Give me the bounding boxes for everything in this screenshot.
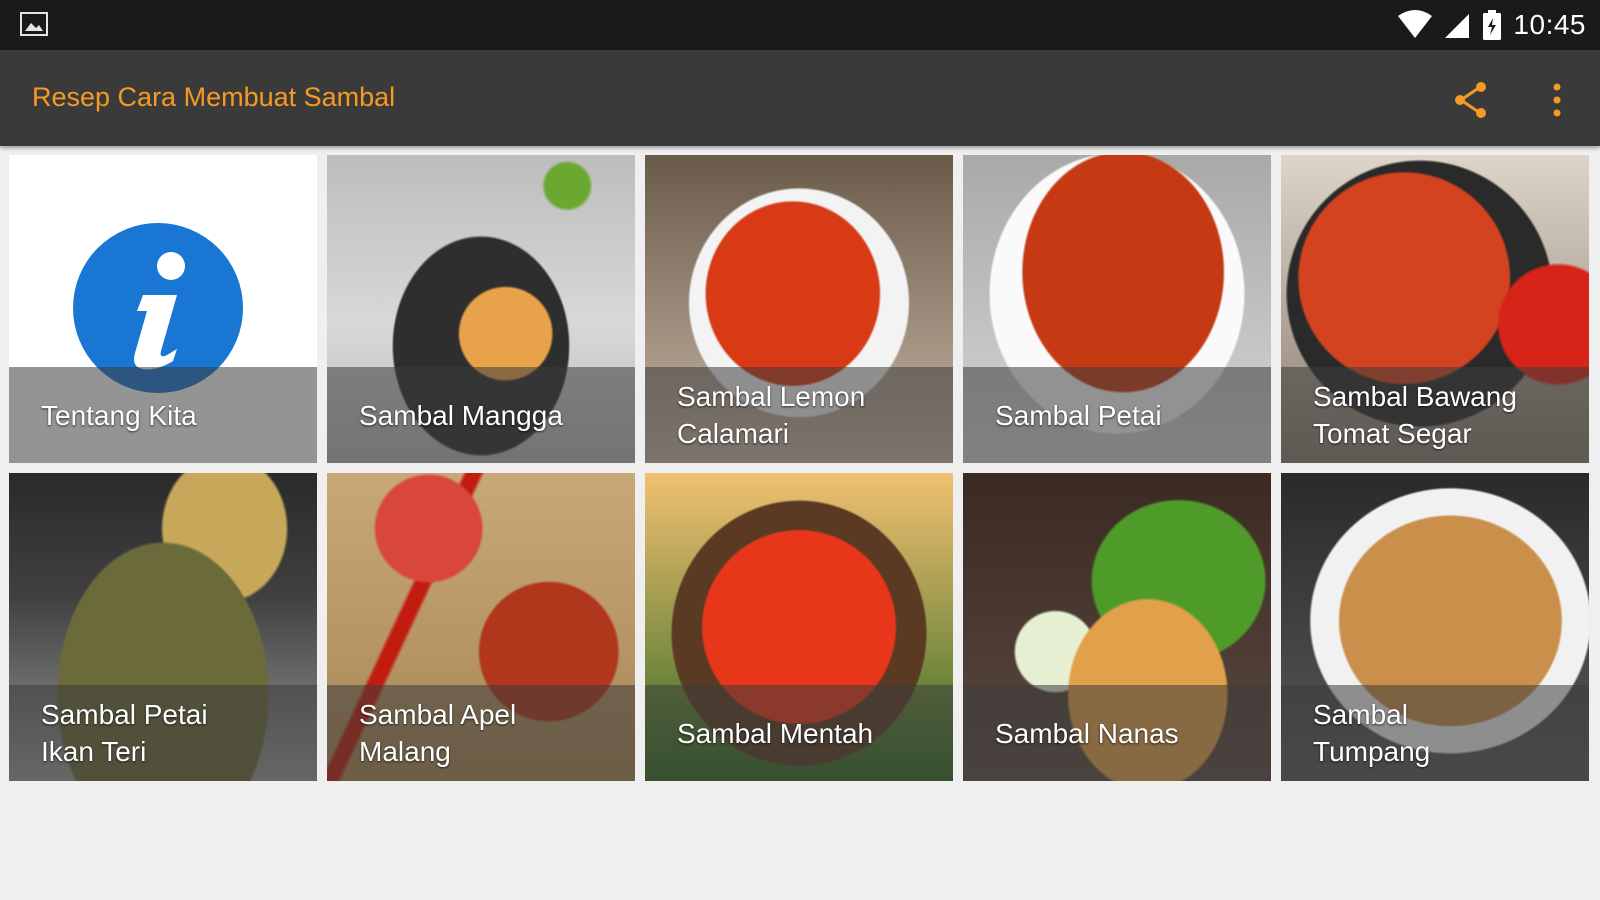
tile-label: Sambal Mentah: [677, 717, 874, 749]
recipe-grid: Tentang Kita Sambal Mangga Sambal Lemon …: [9, 155, 1591, 785]
share-icon[interactable]: [1449, 78, 1493, 122]
tile-caption: Sambal Nanas: [963, 685, 1271, 781]
tile-tentang-kita[interactable]: Tentang Kita: [9, 155, 317, 463]
status-bar: 10:45: [0, 0, 1600, 50]
image-notification-icon: [20, 12, 48, 36]
tile-sambal-mentah[interactable]: Sambal Mentah: [645, 473, 953, 781]
app-title: Resep Cara Membuat Sambal: [32, 82, 396, 112]
tile-caption: Sambal Petai: [963, 367, 1271, 463]
tile-label: Sambal Lemon Calamari: [677, 381, 866, 449]
tile-caption: Sambal Petai Ikan Teri: [9, 685, 317, 781]
tile-sambal-tumpang[interactable]: Sambal Tumpang: [1281, 473, 1589, 781]
tile-caption: Sambal Apel Malang: [327, 685, 635, 781]
tile-caption: Tentang Kita: [9, 367, 317, 463]
tile-caption: Sambal Mangga: [327, 367, 635, 463]
status-time: 10:45: [1513, 9, 1586, 40]
tile-label: Sambal Tumpang: [1313, 699, 1431, 767]
signal-icon: [1445, 14, 1470, 38]
tile-caption: Sambal Lemon Calamari: [645, 367, 953, 463]
status-icons: 10:45: [1397, 8, 1586, 42]
tile-caption: Sambal Bawang Tomat Segar: [1281, 367, 1589, 463]
tile-sambal-petai[interactable]: Sambal Petai: [963, 155, 1271, 463]
tile-label: Sambal Nanas: [995, 717, 1179, 749]
tile-label: Tentang Kita: [41, 399, 197, 431]
tile-caption: Sambal Mentah: [645, 685, 953, 781]
battery-icon: [1483, 10, 1502, 40]
tile-sambal-bawang-tomat-segar[interactable]: Sambal Bawang Tomat Segar: [1281, 155, 1589, 463]
tile-sambal-apel-malang[interactable]: Sambal Apel Malang: [327, 473, 635, 781]
tile-caption: Sambal Tumpang: [1281, 685, 1589, 781]
tile-sambal-mangga[interactable]: Sambal Mangga: [327, 155, 635, 463]
tile-sambal-petai-ikan-teri[interactable]: Sambal Petai Ikan Teri: [9, 473, 317, 781]
tile-label: Sambal Bawang Tomat Segar: [1313, 381, 1517, 449]
tile-label: Sambal Petai Ikan Teri: [41, 699, 208, 767]
tile-sambal-lemon-calamari[interactable]: Sambal Lemon Calamari: [645, 155, 953, 463]
wifi-icon: [1398, 10, 1433, 38]
tile-sambal-nanas[interactable]: Sambal Nanas: [963, 473, 1271, 781]
tile-label: Sambal Apel Malang: [359, 699, 517, 767]
overflow-menu-icon[interactable]: [1541, 80, 1573, 120]
app-bar: Resep Cara Membuat Sambal: [0, 50, 1600, 146]
tile-label: Sambal Mangga: [359, 399, 563, 431]
tile-label: Sambal Petai: [995, 399, 1162, 431]
